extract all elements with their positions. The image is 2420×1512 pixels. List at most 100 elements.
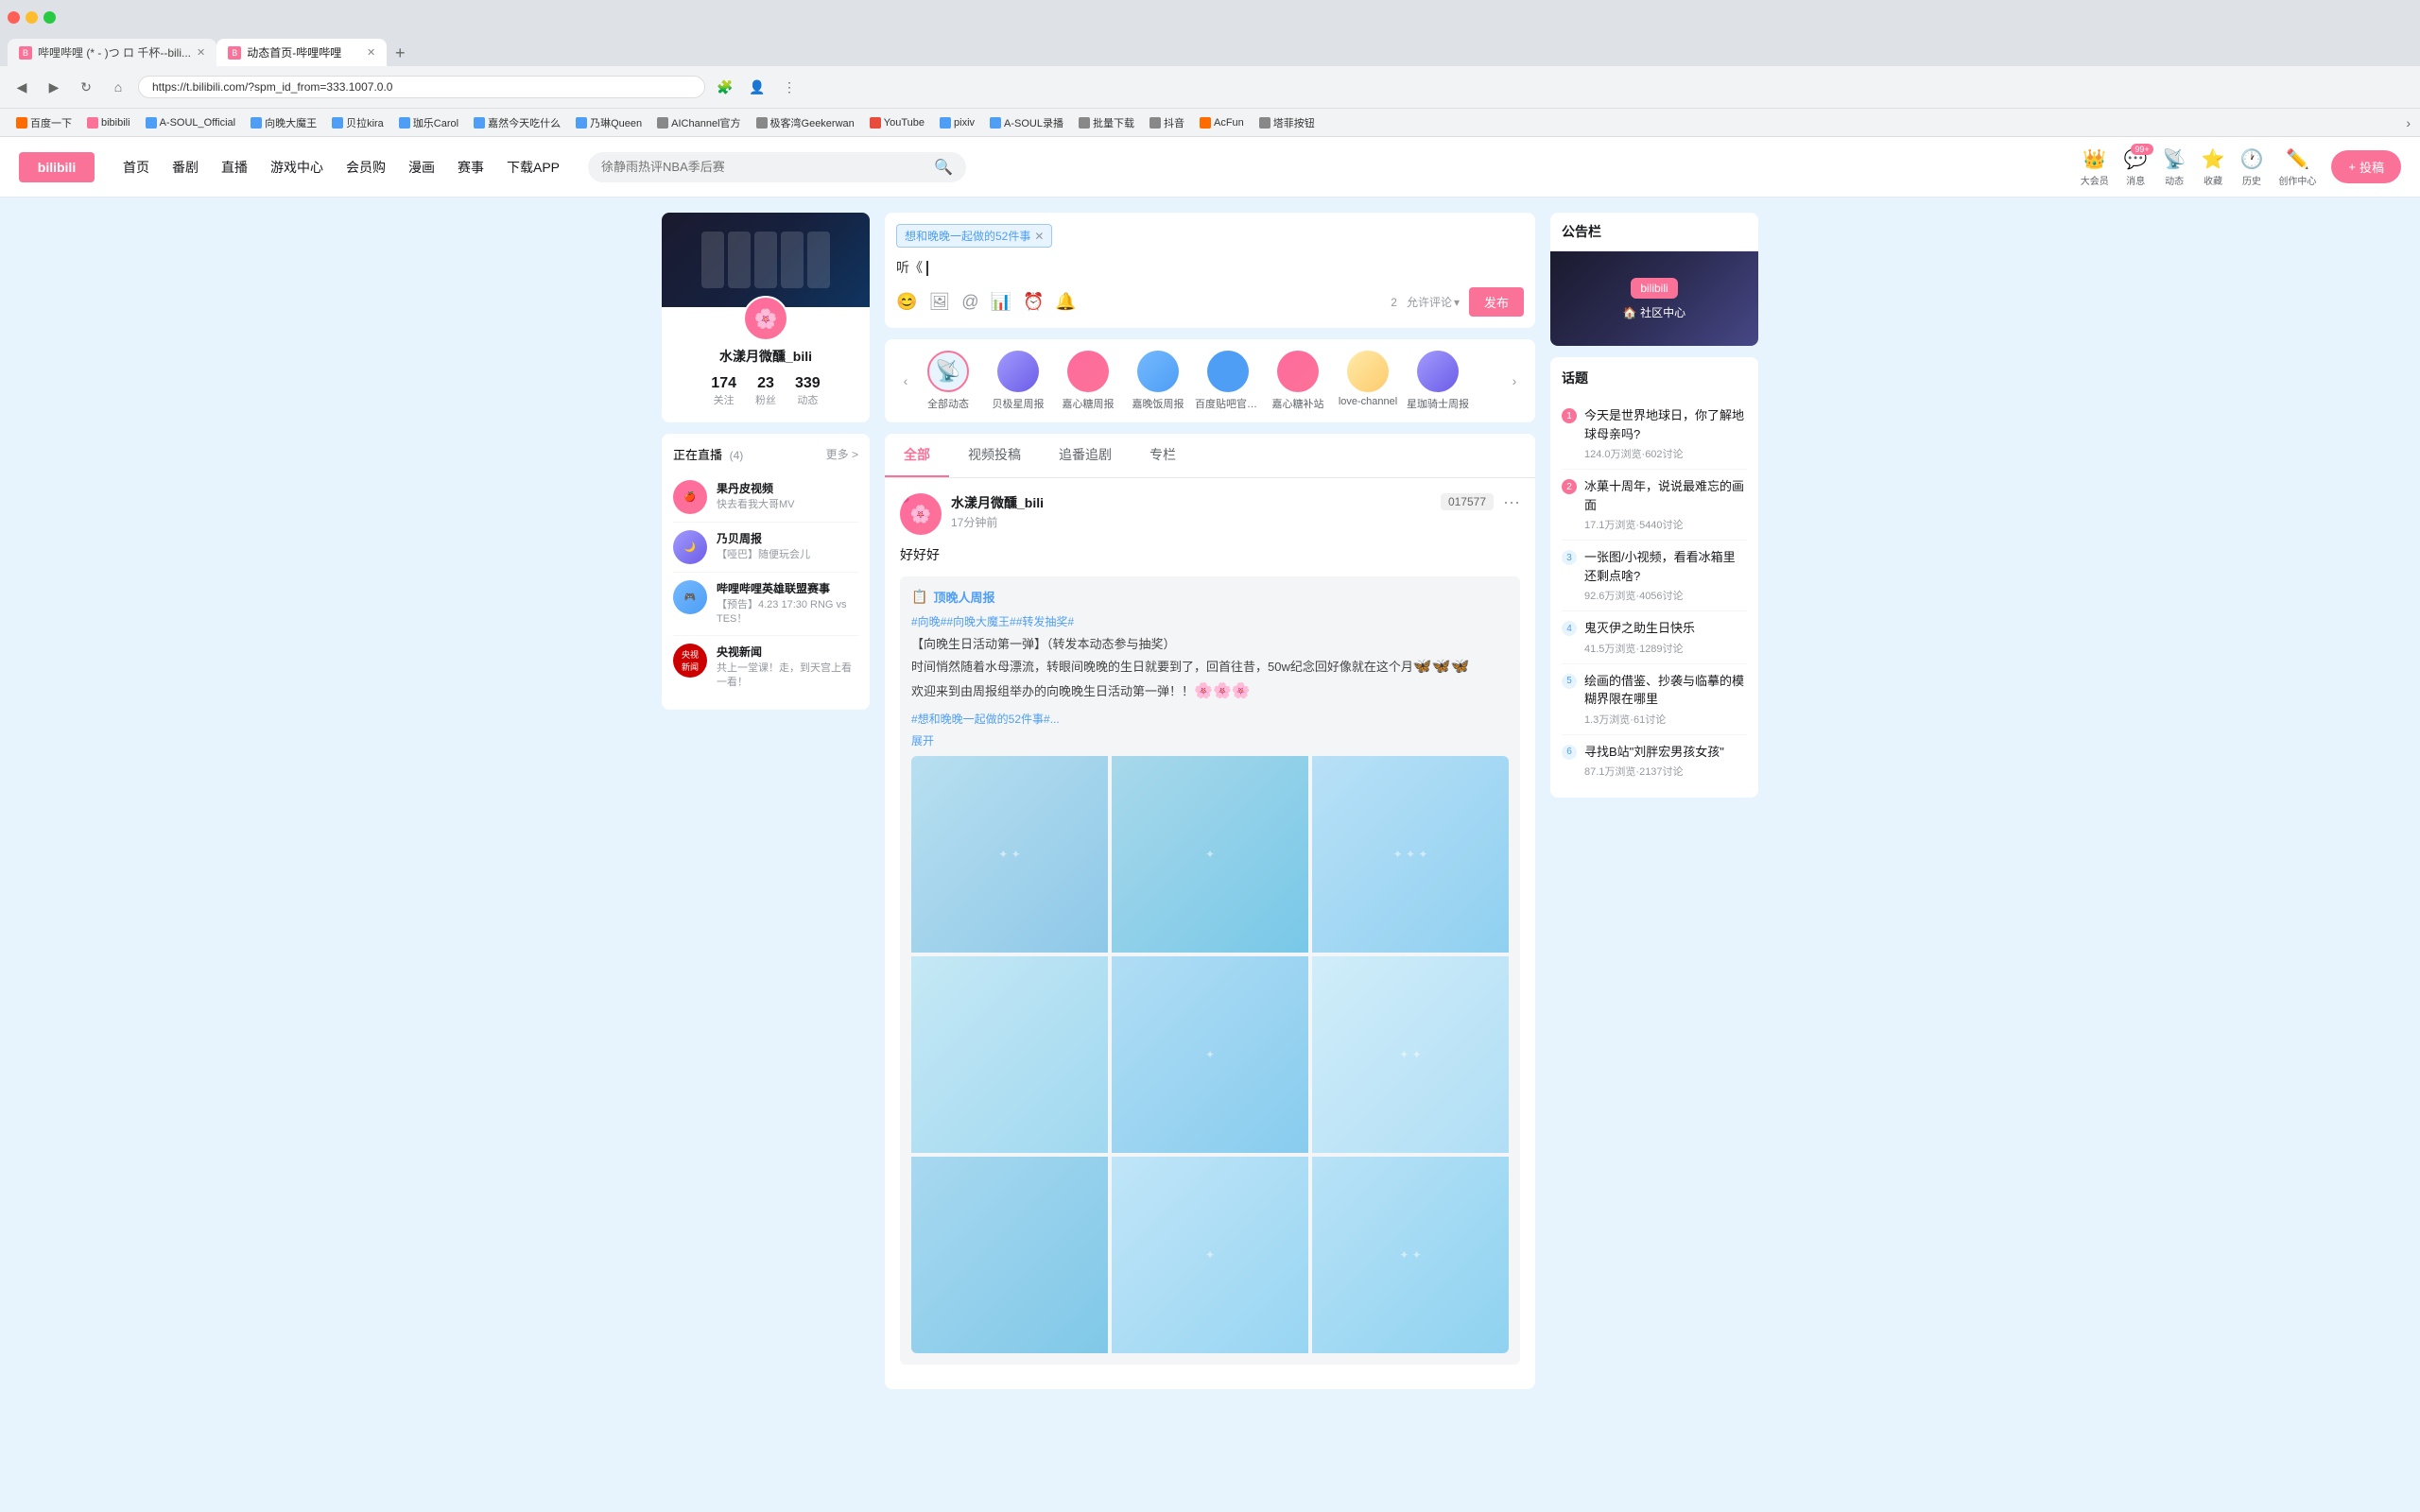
live-item-4[interactable]: 央视新闻 央视新闻 共上一堂课！走，到天宫上看一看！ [673, 636, 858, 698]
history-button[interactable]: 🕐 历史 [2239, 147, 2263, 187]
poll-button[interactable]: 📊 [991, 292, 1011, 312]
grid-img-3[interactable]: ✦ ✦ ✦ [1312, 756, 1509, 953]
tab-anime[interactable]: 追番追剧 [1040, 434, 1131, 477]
bookmark-bella[interactable]: 贝拉kira [325, 113, 390, 132]
grid-img-1[interactable]: ✦ ✦ [911, 756, 1108, 953]
live-item-1[interactable]: 🍎 果丹皮视频 快去看我大哥MV [673, 472, 858, 523]
refresh-button[interactable]: ↻ [74, 75, 98, 99]
schedule-button[interactable]: ⏰ [1023, 292, 1044, 312]
profile-avatar[interactable]: 🌸 [743, 296, 788, 341]
bookmark-acfun[interactable]: AcFun [1193, 115, 1251, 130]
topic-item-4[interactable]: 4 鬼灭伊之助生日快乐 41.5万浏览·1289讨论 [1562, 611, 1747, 664]
url-bar[interactable]: https://t.bilibili.com/?spm_id_from=333.… [138, 76, 705, 98]
browser-tab-2[interactable]: B 动态首页-哔哩哔哩 ✕ [216, 39, 387, 66]
grid-img-9[interactable]: ✦ ✦ [1312, 1157, 1509, 1353]
post-textarea-wrap[interactable]: 听《 [896, 257, 1524, 278]
nav-download[interactable]: 下载APP [497, 152, 569, 182]
repost-card[interactable]: 📋 顶晚人周报 #向晚##向晚大魔王##转发抽奖# 【向晚生日活动第一弹】（转发… [900, 576, 1520, 1365]
creator-button[interactable]: ✏️ 创作中心 [2278, 147, 2316, 187]
post-topic-tag[interactable]: 想和晚晚一起做的52件事 ✕ [896, 224, 1052, 248]
image-button[interactable]: 🖼 [928, 292, 950, 312]
bookmark-asoul-record[interactable]: A-SOUL录播 [983, 113, 1070, 132]
grid-img-6[interactable]: ✦ ✦ [1312, 956, 1509, 1153]
maximize-button[interactable] [43, 11, 56, 24]
post-username[interactable]: 水漾月微醺_bili [951, 493, 1431, 512]
bookmark-geekerwan[interactable]: 极客湾Geekerwan [750, 113, 861, 132]
topic-item-1[interactable]: 1 今天是世界地球日，你了解地球母亲吗? 124.0万浏览·602讨论 [1562, 399, 1747, 470]
sub-item-4[interactable]: 百度贴吧官方号 [1195, 351, 1261, 411]
live-item-3[interactable]: 🎮 哔哩哔哩英雄联盟赛事 【预告】4.23 17:30 RNG vs TES！ [673, 573, 858, 636]
profile-name[interactable]: 水漾月微醺_bili [719, 347, 812, 366]
grid-img-8[interactable]: ✦ [1112, 1157, 1308, 1353]
nav-bangumi[interactable]: 番剧 [163, 152, 208, 182]
tab-all[interactable]: 全部 [885, 434, 949, 477]
forward-button[interactable]: ▶ [42, 75, 66, 99]
sub-item-5[interactable]: 嘉心糖补站 [1265, 351, 1331, 411]
post-content-area[interactable]: 听《 [896, 260, 928, 275]
nav-mall[interactable]: 会员购 [337, 152, 395, 182]
minimize-button[interactable] [26, 11, 38, 24]
nav-home[interactable]: 首页 [113, 152, 159, 182]
stat-posts[interactable]: 339 动态 [795, 375, 821, 407]
bookmarks-more[interactable]: › [2406, 115, 2411, 130]
bookmark-douyin[interactable]: 抖音 [1143, 113, 1191, 132]
tab-videos[interactable]: 视频投稿 [949, 434, 1040, 477]
grid-img-4[interactable] [911, 956, 1108, 1153]
grid-img-2[interactable]: ✦ [1112, 756, 1308, 953]
bookmark-aichannel[interactable]: AIChannel官方 [650, 113, 747, 132]
subs-prev-button[interactable]: ‹ [896, 371, 915, 390]
sub-item-3[interactable]: 嘉晚饭周报 [1125, 351, 1191, 411]
bookmark-baidu[interactable]: 百度一下 [9, 113, 78, 132]
bookmark-wanwan[interactable]: 向晚大魔王 [244, 113, 323, 132]
live-item-2[interactable]: 🌙 乃贝周报 【哑巴】随便玩会儿 [673, 523, 858, 573]
bookmark-youtube[interactable]: YouTube [863, 115, 931, 130]
vip-button[interactable]: 👑 大会员 [2081, 147, 2109, 187]
home-button[interactable]: ⌂ [106, 75, 130, 99]
bookmark-batch-dl[interactable]: 批量下载 [1072, 113, 1141, 132]
comment-permission[interactable]: 允许评论 ▾ [1407, 294, 1460, 310]
topic-item-2[interactable]: 2 冰菓十周年，说说最难忘的画面 17.1万浏览·5440讨论 [1562, 470, 1747, 541]
announcement-banner[interactable]: bilibili 🏠 社区中心 [1550, 251, 1758, 346]
mention-button[interactable]: @ [961, 292, 978, 312]
stat-followers[interactable]: 23 粉丝 [755, 375, 776, 407]
publish-button[interactable]: 发布 [1469, 287, 1524, 317]
grid-img-7[interactable] [911, 1157, 1108, 1353]
bookmark-pixiv[interactable]: pixiv [933, 115, 981, 130]
extensions-button[interactable]: 🧩 [713, 75, 737, 99]
search-button[interactable]: 🔍 [934, 158, 953, 177]
tab-close-1[interactable]: ✕ [197, 46, 205, 59]
stat-following[interactable]: 174 关注 [711, 375, 736, 407]
post-tag-close[interactable]: ✕ [1034, 230, 1044, 243]
tab-close-2[interactable]: ✕ [367, 46, 375, 59]
sub-item-2[interactable]: 嘉心糖周报 [1055, 351, 1121, 411]
repost-author[interactable]: 顶晚人周报 [933, 588, 994, 606]
more-button[interactable]: ⋮ [777, 75, 802, 99]
logo[interactable]: bilibili [19, 152, 95, 182]
subs-next-button[interactable]: › [1505, 371, 1524, 390]
search-bar[interactable]: 🔍 [588, 152, 966, 182]
search-input[interactable] [601, 160, 926, 174]
new-tab-button[interactable]: + [387, 40, 413, 66]
upload-button[interactable]: + 投稿 [2331, 150, 2401, 183]
account-button[interactable]: 👤 [745, 75, 769, 99]
topic-item-3[interactable]: 3 一张图/小视频，看看冰箱里还剩点啥? 92.6万浏览·4056讨论 [1562, 541, 1747, 611]
message-button[interactable]: 💬 99+ 消息 [2124, 147, 2148, 187]
nav-manga[interactable]: 漫画 [399, 152, 444, 182]
nav-esports[interactable]: 赛事 [448, 152, 493, 182]
notify-button[interactable]: 🔔 [1055, 292, 1076, 312]
sub-item-1[interactable]: 贝极星周报 [985, 351, 1051, 411]
bookmark-bilibili[interactable]: bibibili [80, 115, 137, 130]
sub-item-7[interactable]: 星珈骑士周报 [1405, 351, 1471, 411]
topic-item-6[interactable]: 6 寻找B站"刘胖宏男孩女孩" 87.1万浏览·2137讨论 [1562, 735, 1747, 787]
grid-img-5[interactable]: ✦ [1112, 956, 1308, 1153]
post-more-button[interactable]: ⋯ [1503, 493, 1520, 513]
repost-tag-1[interactable]: #向晚##向晚大魔王##转发抽奖# [911, 613, 1074, 629]
tab-column[interactable]: 专栏 [1131, 434, 1195, 477]
nav-live[interactable]: 直播 [212, 152, 257, 182]
repost-tag-2[interactable]: #想和晚晚一起做的52件事#... [911, 711, 1060, 727]
topic-item-5[interactable]: 5 绘画的借鉴、抄袭与临摹的模糊界限在哪里 1.3万浏览·61讨论 [1562, 664, 1747, 735]
live-more-button[interactable]: 更多 > [826, 446, 858, 462]
close-button[interactable] [8, 11, 20, 24]
post-avatar[interactable]: 💕 🌸 [900, 493, 942, 535]
sub-item-all[interactable]: 📡 全部动态 [915, 351, 981, 411]
